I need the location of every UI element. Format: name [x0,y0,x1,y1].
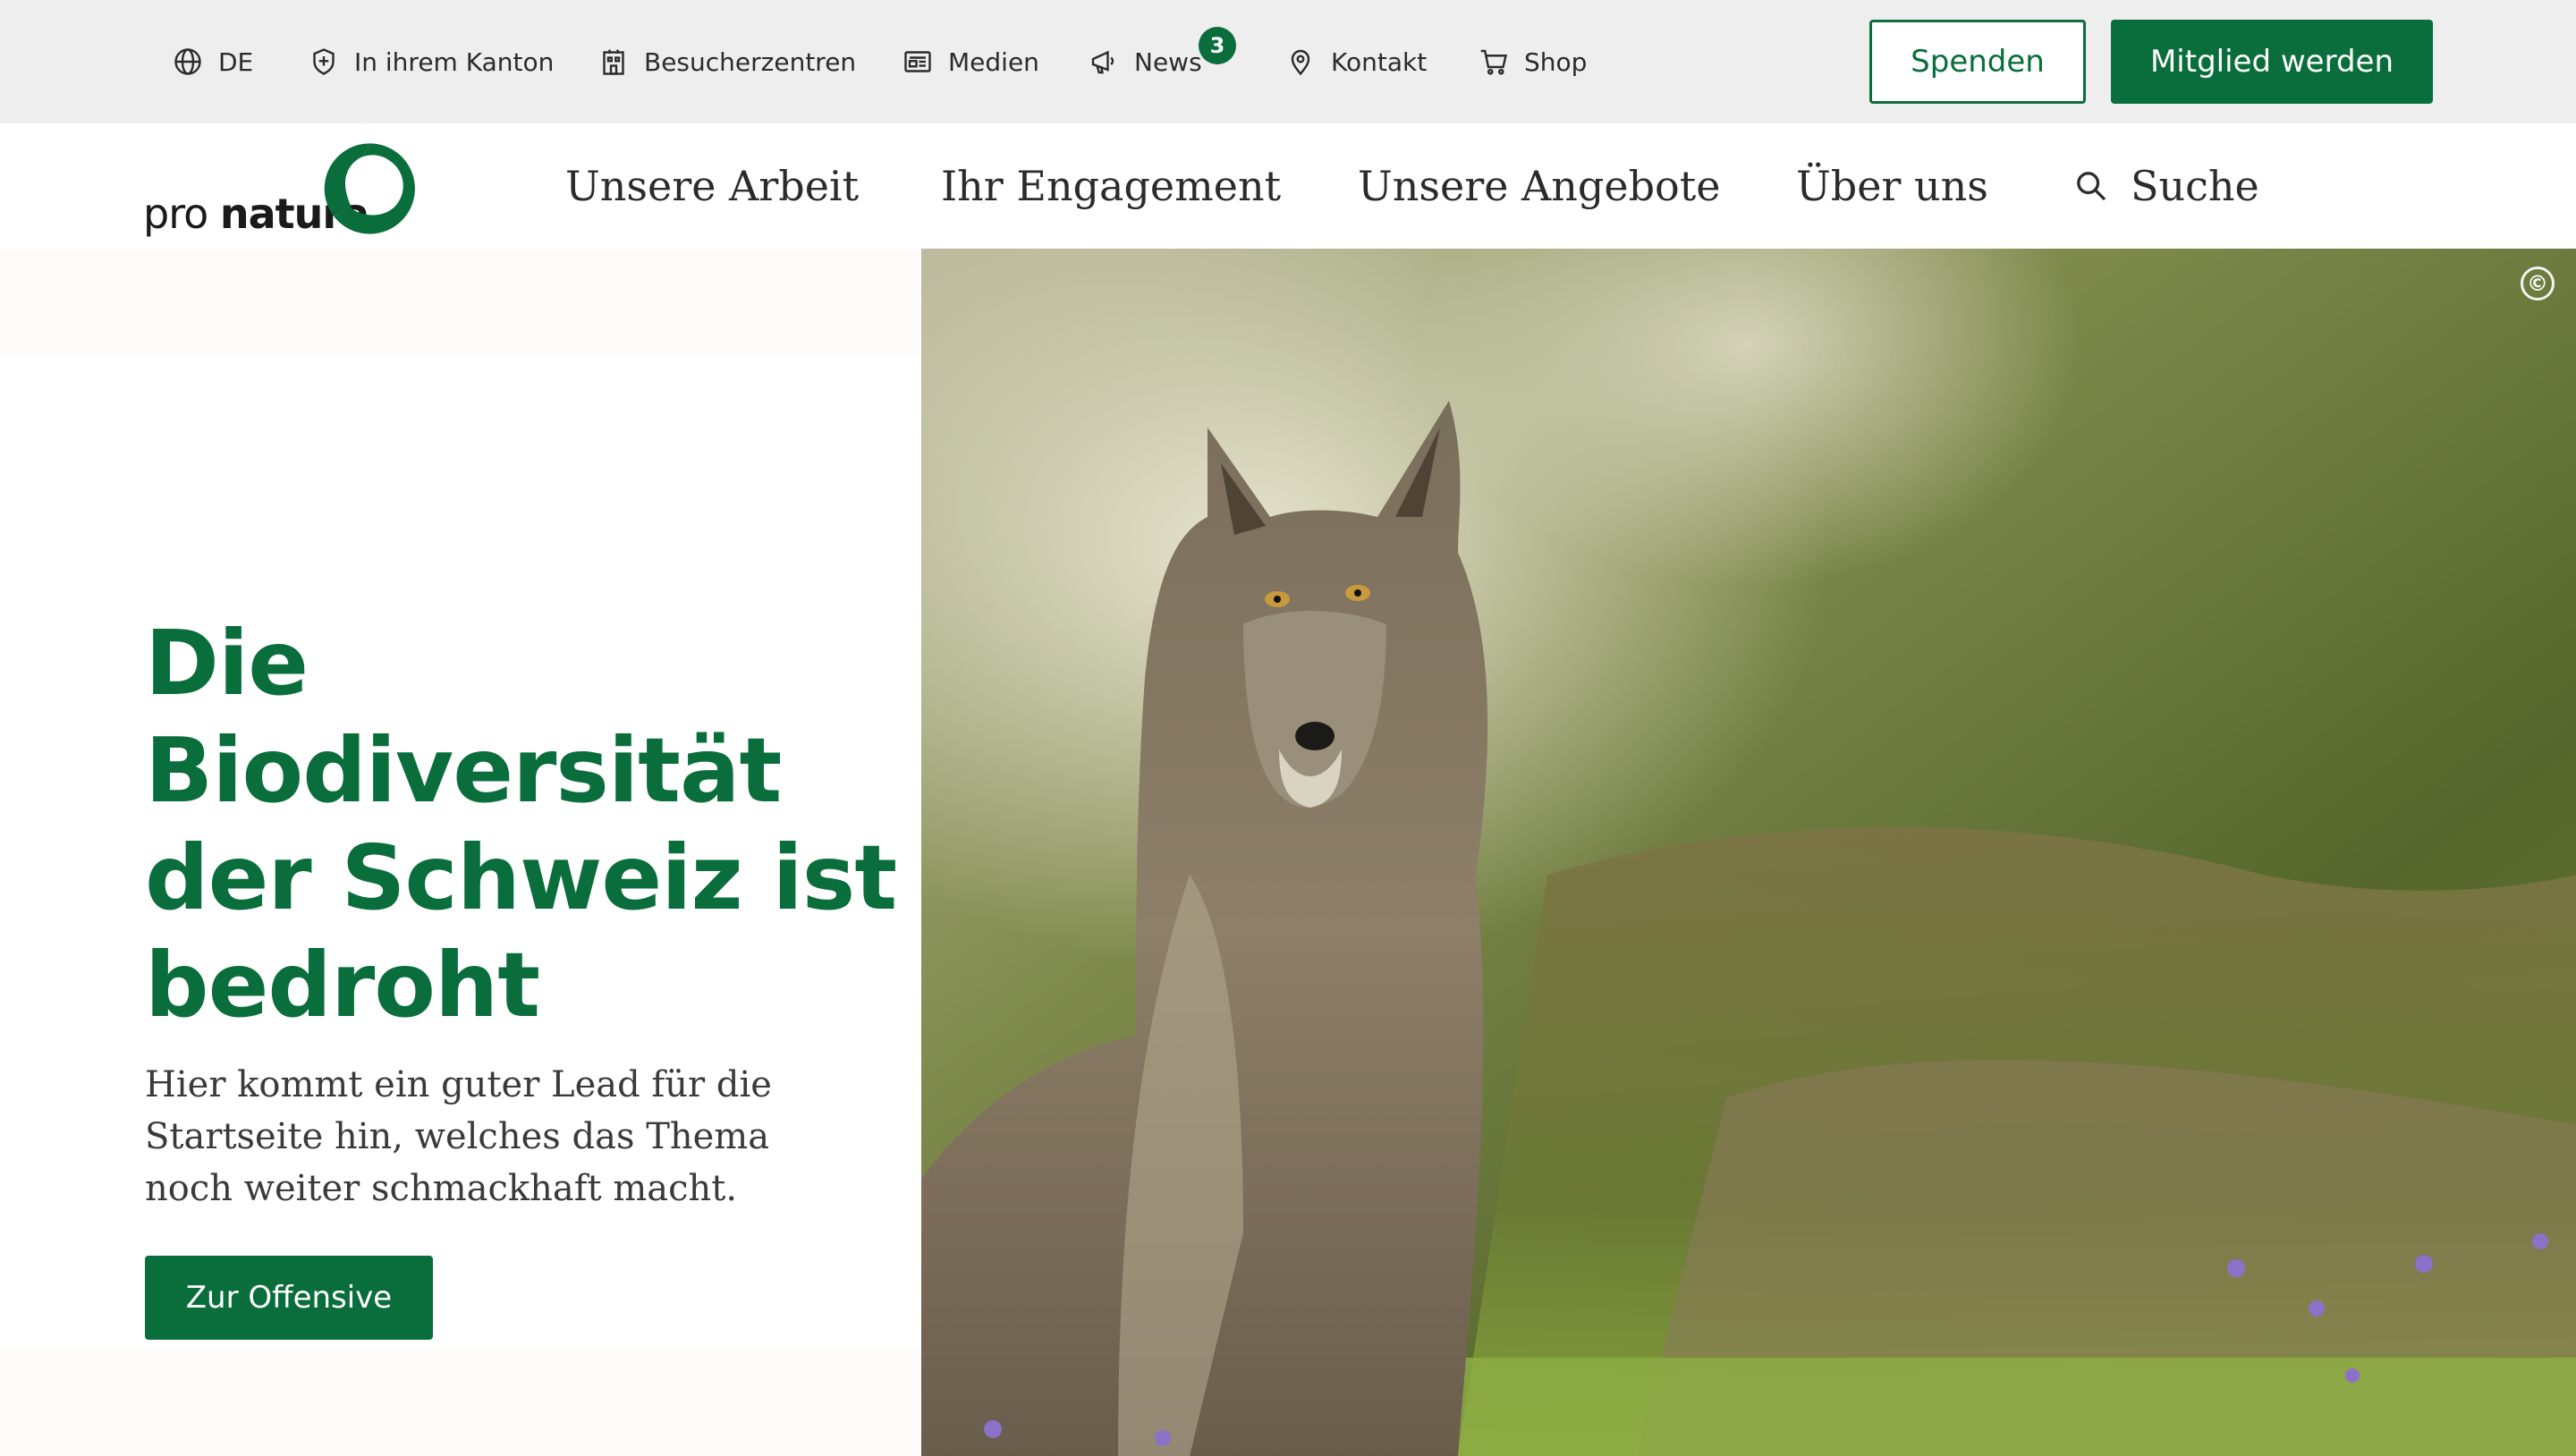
language-switcher[interactable]: DE [172,0,253,123]
shop-label: Shop [1524,47,1588,77]
contact-link[interactable]: Kontakt [1284,0,1427,123]
language-label: DE [218,47,254,77]
visitor-centers-link[interactable]: Besucherzentren [597,0,856,123]
media-label: Medien [948,47,1039,77]
nav-our-work[interactable]: Unsere Arbeit [565,123,859,249]
nav-our-offers[interactable]: Unsere Angebote [1358,123,1720,249]
visitor-centers-label: Besucherzentren [644,47,857,77]
headline-line: bedroht [145,933,540,1037]
globe-icon [174,48,201,75]
search-icon [2077,172,2106,201]
canton-link[interactable]: In ihrem Kanton [308,0,554,123]
news-label: News [1134,47,1202,77]
media-link[interactable]: Medien [902,0,1039,123]
to-offensive-button[interactable]: Zur Offensive [145,1256,433,1340]
nav-search[interactable]: Suche [2073,123,2259,249]
nav-about-us[interactable]: Über uns [1796,123,1988,249]
hero-headline: Die Biodiversität der Schweiz ist bedroh… [145,610,914,1039]
ibex-logo-icon [324,143,415,234]
location-pin-icon [1291,49,1310,76]
nav-your-engagement[interactable]: Ihr Engagement [941,123,1281,249]
cart-icon [1480,49,1508,75]
news-link[interactable]: News [1088,0,1202,123]
pro-natura-logo[interactable]: pro natura [143,140,420,238]
newspaper-icon [904,51,931,72]
logo-word-pro: pro [143,190,208,238]
search-label: Suche [2131,162,2259,210]
headline-line: der Schweiz ist [145,825,897,930]
megaphone-icon [1091,50,1114,74]
canton-label: In ihrem Kanton [354,47,555,77]
contact-label: Kontakt [1331,47,1428,77]
shop-link[interactable]: Shop [1478,0,1587,123]
news-count-badge: 3 [1199,27,1236,64]
hero-lead: Hier kommt ein guter Lead für die Starts… [145,1064,772,1209]
building-icon [603,49,624,75]
hero-wolf-image [921,249,2576,1456]
donate-button[interactable]: Spenden [1869,20,2086,104]
copyright-icon[interactable]: © [2521,267,2555,301]
wolf-photo [921,249,2576,1456]
utility-bar: DE In ihrem Kanton Besucherzentren Medie… [0,0,2576,123]
headline-line: Die [145,611,309,715]
become-member-button[interactable]: Mitglied werden [2111,20,2433,104]
shield-icon [313,48,335,75]
main-navigation: pro natura Unsere Arbeit Ihr Engagement … [0,123,2576,249]
headline-line: Biodiversität [145,718,782,823]
